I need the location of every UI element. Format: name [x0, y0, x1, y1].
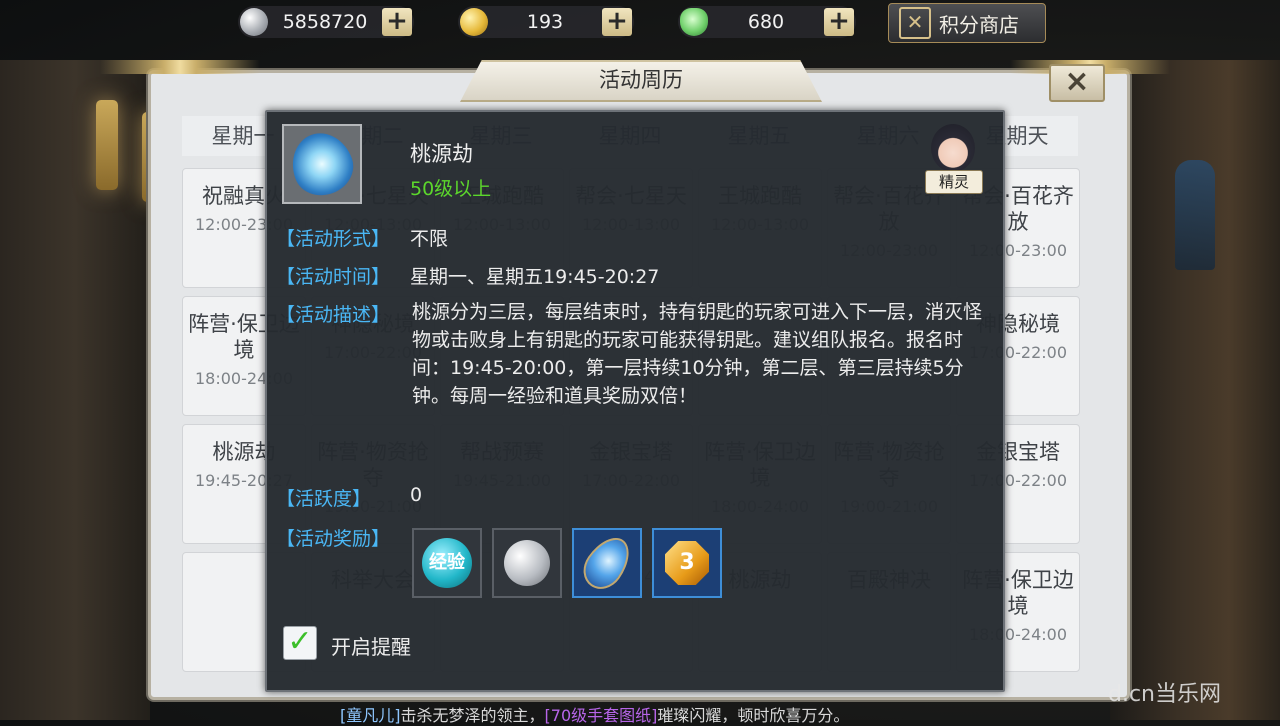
add-ingot-button[interactable]: + [824, 8, 854, 36]
silver-coin-icon [504, 540, 550, 586]
lantern-decoration [96, 100, 118, 190]
activity-form-label: 【活动形式】 [276, 228, 391, 250]
close-button[interactable]: × [1049, 64, 1105, 102]
activity-name: 桃源劫 [410, 142, 473, 166]
ingot-resource: 680 + [678, 6, 856, 38]
chat-message: [童凡儿]击杀无梦泽的领主，[70级手套图纸]璀璨闪耀，顿时欣喜万分。 [340, 702, 849, 726]
points-shop-button[interactable]: ✕ 积分商店 [888, 3, 1046, 43]
add-gold-button[interactable]: + [602, 8, 632, 36]
chat-text-1: 击杀无梦泽的领主， [400, 706, 545, 725]
silver-amount: 5858720 [282, 11, 368, 33]
reward-slot-exp[interactable]: 经验 [412, 528, 482, 598]
silver-resource: 5858720 + [238, 6, 414, 38]
activity-description: 桃源分为三层，每层结束时，持有钥匙的玩家可进入下一层，消灭怪物或击败身上有钥匙的… [412, 301, 983, 407]
gold-coin-icon [460, 8, 488, 36]
frame-ornament [100, 60, 260, 74]
reward-slot-feather-gem[interactable] [572, 528, 642, 598]
green-ingot-icon [680, 8, 708, 36]
sprite-avatar-icon [931, 124, 975, 172]
sprite-label: 精灵 [925, 170, 983, 194]
character-figure [1175, 160, 1215, 270]
activity-time-label: 【活动时间】 [276, 266, 391, 288]
activity-points-label: 【活跃度】 [276, 488, 372, 510]
reward-slot-silver[interactable] [492, 528, 562, 598]
sprite-helper-button[interactable]: 精灵 [923, 124, 983, 194]
chat-item-link[interactable]: [70级手套图纸] [545, 706, 658, 725]
activity-level-requirement: 50级以上 [410, 178, 492, 200]
activity-icon-frame [282, 124, 362, 204]
calendar-title: 活动周历 [599, 68, 683, 92]
scene-left-background [0, 60, 150, 720]
reward-slot-gold-stone[interactable]: 3 [652, 528, 722, 598]
peach-crystal-icon [283, 124, 361, 204]
gold-amount: 193 [526, 11, 564, 33]
gold-stone-icon: 3 [665, 541, 709, 585]
chat-text-2: 璀璨闪耀，顿时欣喜万分。 [657, 706, 850, 725]
add-silver-button[interactable]: + [382, 8, 412, 36]
exp-orb-icon: 经验 [422, 538, 472, 588]
ingot-amount: 680 [747, 11, 785, 33]
scene-right-background [1110, 60, 1280, 720]
activity-reward-label: 【活动奖励】 [276, 528, 391, 550]
shop-icon: ✕ [899, 7, 931, 39]
activity-form-value: 不限 [410, 228, 449, 250]
blue-feather-gem-icon [575, 529, 639, 597]
reminder-label: 开启提醒 [331, 635, 411, 659]
chat-player-name[interactable]: [童凡儿] [340, 706, 401, 725]
points-shop-label: 积分商店 [939, 12, 1019, 37]
gold-resource: 193 + [458, 6, 634, 38]
silver-coin-icon [240, 8, 268, 36]
activity-time-value: 星期一、星期五19:45-20:27 [410, 266, 660, 288]
activity-points-value: 0 [410, 484, 423, 506]
reminder-checkbox[interactable]: ✓ [283, 626, 317, 660]
site-watermark: d.cn当乐网 [1108, 682, 1221, 707]
activity-desc-label: 【活动描述】 [276, 304, 391, 326]
